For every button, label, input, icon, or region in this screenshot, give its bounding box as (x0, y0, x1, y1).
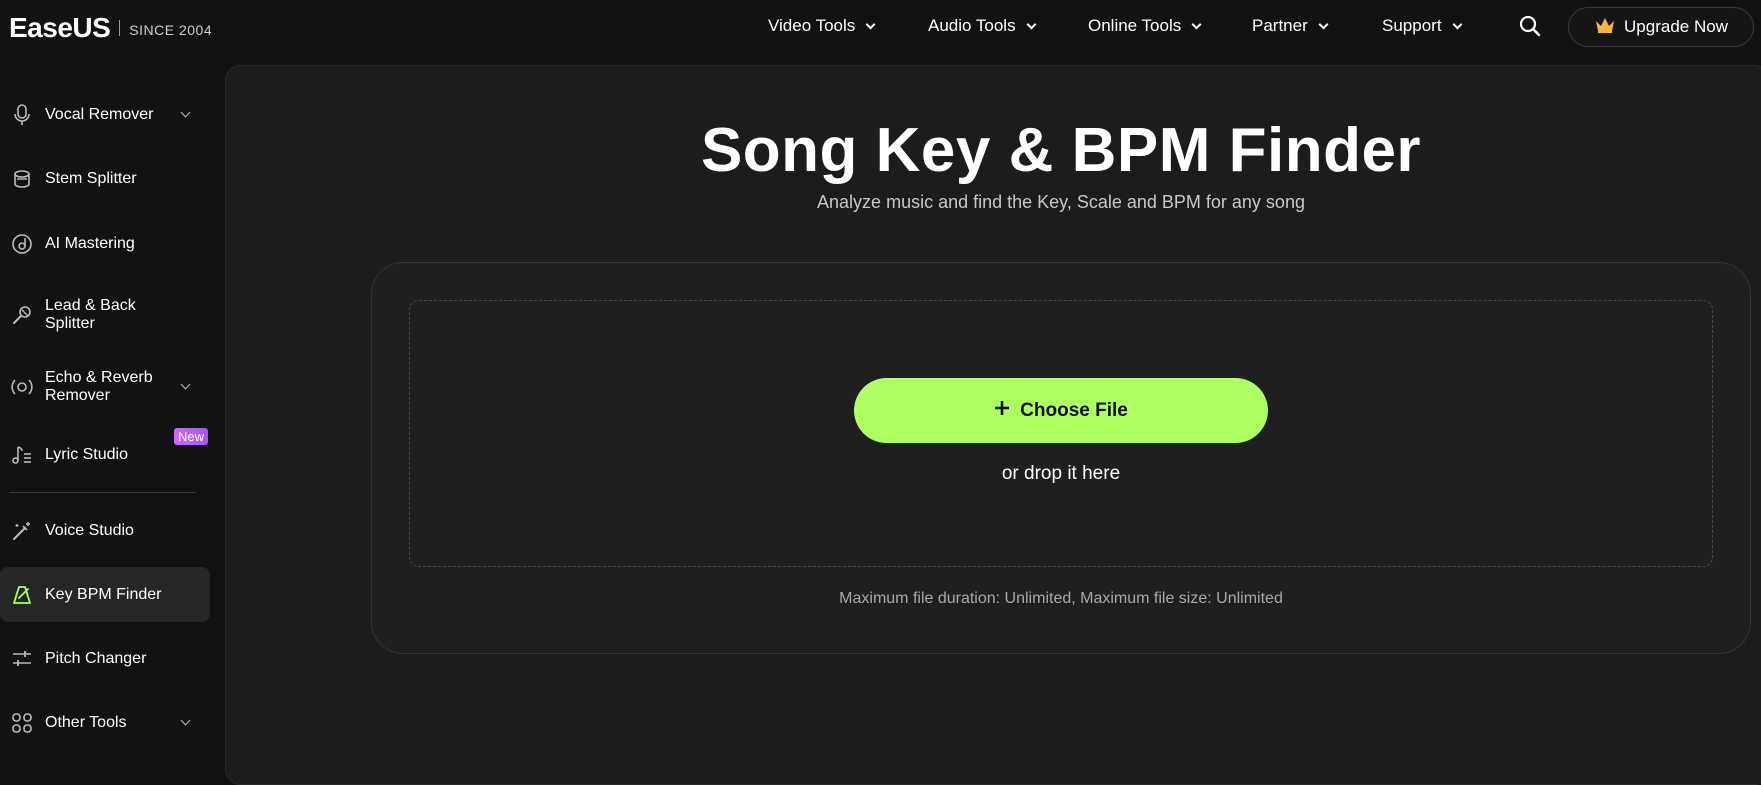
chevron-down-icon (1452, 19, 1462, 29)
logo-divider (119, 20, 121, 36)
sidebar-item-stem-splitter[interactable]: Stem Splitter (0, 164, 210, 194)
chevron-down-icon (180, 715, 191, 726)
chevron-down-icon (1318, 19, 1329, 29)
chevron-down-icon (1026, 19, 1037, 29)
nav-audio-tools[interactable]: Audio Tools (928, 0, 1037, 52)
search-icon[interactable] (1519, 15, 1541, 37)
sidebar-item-other-tools[interactable]: Other Tools (0, 708, 210, 738)
nav-online-tools[interactable]: Online Tools (1088, 0, 1202, 52)
chevron-down-icon (180, 379, 191, 390)
metronome-icon (10, 583, 34, 607)
sidebar-item-label: Voice Studio (45, 522, 134, 539)
chevron-down-icon (180, 107, 191, 118)
nav-label: Video Tools (768, 16, 856, 35)
sidebar-item-key-bpm-finder[interactable]: Key BPM Finder (0, 567, 210, 622)
sidebar-item-label: Other Tools (45, 714, 127, 731)
upgrade-label: Upgrade Now (1624, 17, 1728, 36)
sidebar-item-label: Echo & Reverb Remover (45, 369, 153, 404)
sidebar-item-vocal-remover[interactable]: Vocal Remover (0, 100, 210, 130)
reverb-icon (10, 375, 34, 399)
nav-label: Partner (1252, 16, 1308, 35)
grid-icon (10, 711, 34, 735)
sidebar-item-label: Lyric Studio (45, 446, 128, 463)
sidebar-divider (9, 492, 196, 493)
easeus-logo[interactable]: EaseUS SINCE 2004 (9, 10, 212, 46)
sidebar-item-pitch-changer[interactable]: Pitch Changer (0, 644, 210, 674)
sidebar-item-label: Lead & Back Splitter (45, 297, 136, 332)
sidebar-item-lead-back-splitter[interactable]: Lead & Back Splitter (0, 296, 210, 334)
nav-video-tools[interactable]: Video Tools (768, 0, 876, 52)
sidebar-item-label: Vocal Remover (45, 106, 154, 123)
stem-splitter-icon (10, 167, 34, 191)
chevron-down-icon (1191, 19, 1202, 29)
plus-icon (994, 400, 1010, 422)
mastering-icon (10, 232, 34, 256)
top-bar: EaseUS SINCE 2004 Video Tools Audio Tool… (0, 0, 1761, 58)
sidebar-item-label: AI Mastering (45, 235, 135, 252)
chevron-down-icon (865, 19, 876, 29)
sliders-icon (10, 647, 34, 671)
nav-label: Online Tools (1088, 16, 1182, 35)
magic-wand-icon (10, 519, 34, 543)
sidebar-item-echo-reverb-remover[interactable]: Echo & Reverb Remover (0, 368, 210, 406)
logo-since: SINCE 2004 (129, 22, 213, 38)
sidebar-item-voice-studio[interactable]: Voice Studio (0, 516, 210, 546)
new-badge: New (174, 428, 209, 445)
sidebar-item-label: Key BPM Finder (45, 585, 162, 603)
upgrade-now-button[interactable]: Upgrade Now (1568, 7, 1754, 47)
crown-icon (1594, 16, 1616, 39)
lyric-icon (10, 443, 34, 467)
microphone-icon (10, 103, 34, 127)
nav-label: Support (1382, 16, 1442, 35)
nav-support[interactable]: Support (1382, 0, 1462, 52)
sidebar-item-label: Pitch Changer (45, 650, 147, 667)
sidebar-item-label: Stem Splitter (45, 170, 137, 187)
mic-stand-icon (10, 303, 34, 327)
nav-label: Audio Tools (928, 16, 1016, 35)
choose-file-button[interactable]: Choose File (854, 378, 1268, 443)
nav-partner[interactable]: Partner (1252, 0, 1329, 52)
logo-text: EaseUS (9, 12, 111, 43)
choose-file-label: Choose File (1020, 399, 1128, 421)
sidebar-item-ai-mastering[interactable]: AI Mastering (0, 229, 210, 259)
